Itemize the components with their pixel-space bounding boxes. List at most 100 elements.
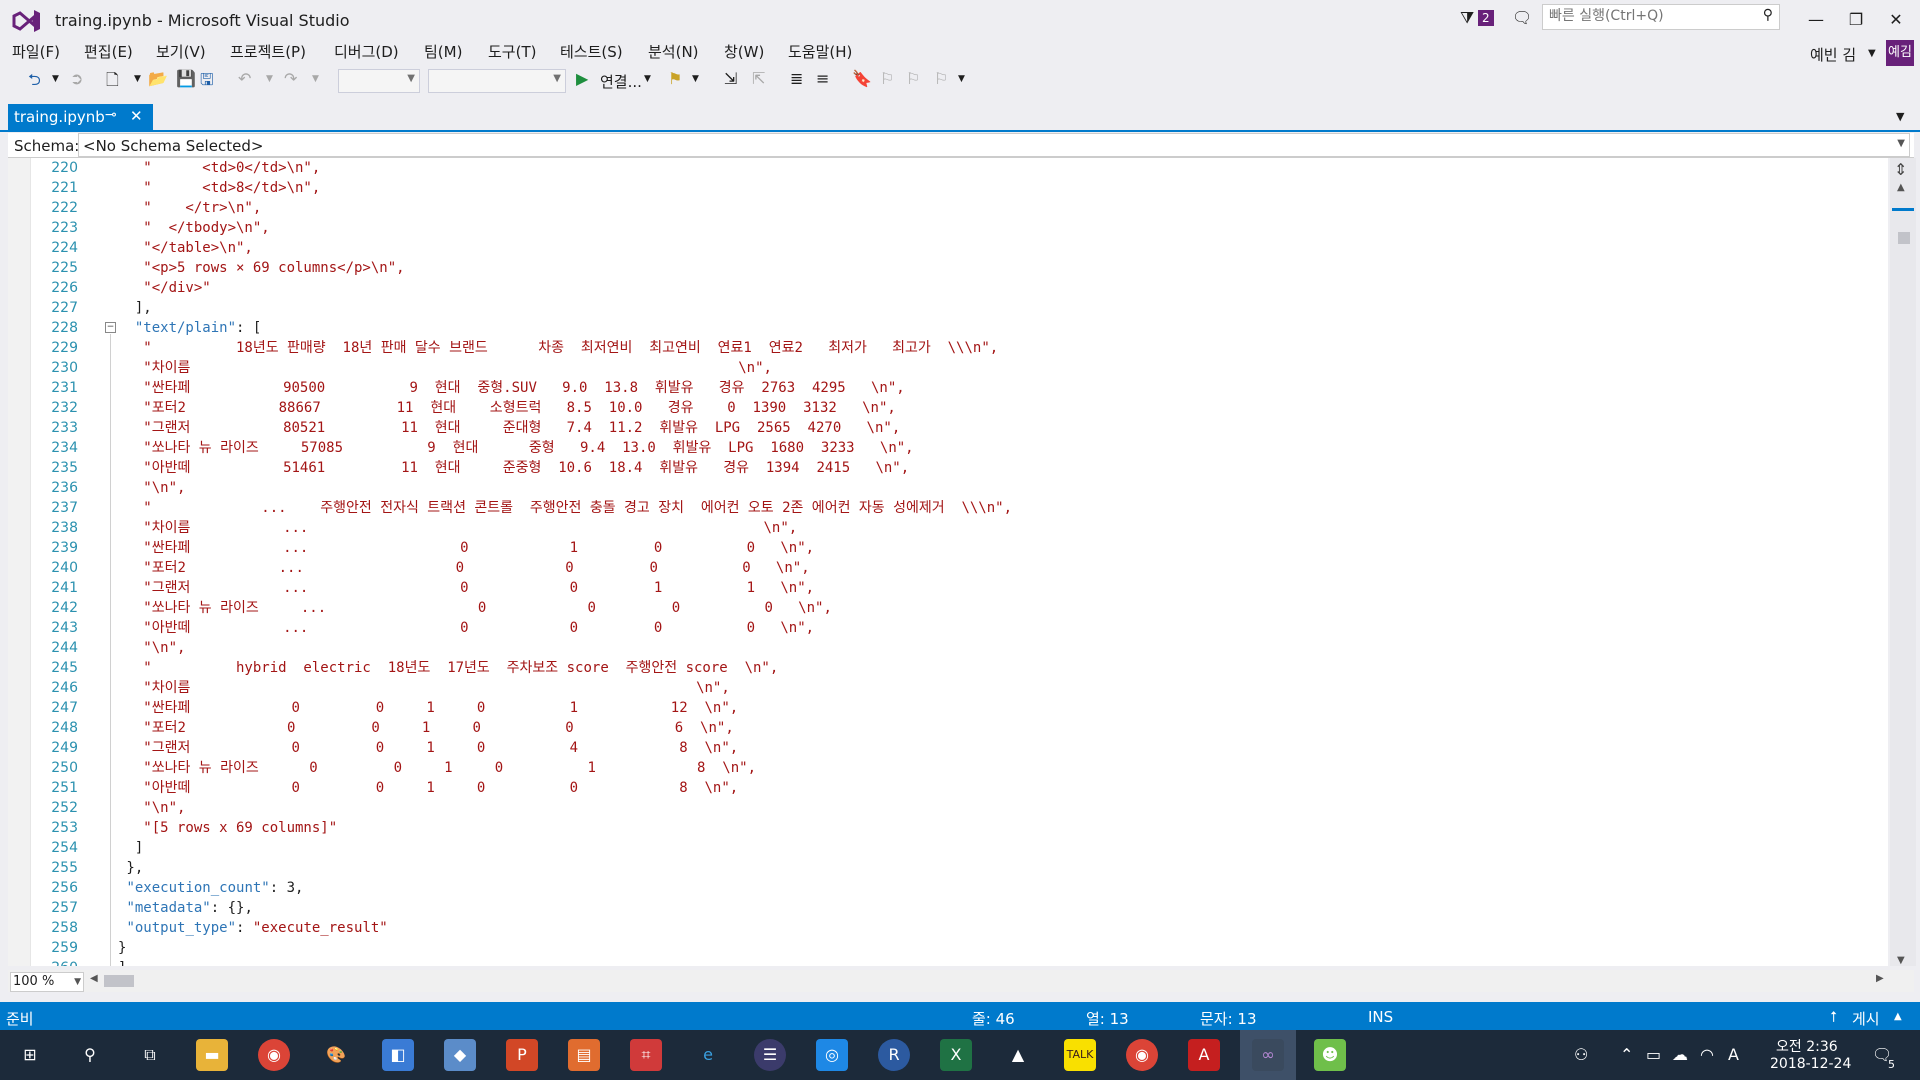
photos-icon[interactable]: ▲ [1002,1039,1034,1071]
code-line[interactable]: 259} [8,938,1888,958]
powerpoint-icon[interactable]: P [506,1039,538,1071]
camera-icon[interactable]: ◎ [816,1039,848,1071]
code-line[interactable]: 236 "\n", [8,478,1888,498]
back-dropdown-icon[interactable]: ▼ [52,74,59,84]
publish-icon[interactable]: ⭡ [1830,1008,1837,1026]
eclipse-icon[interactable]: ☰ [754,1039,786,1071]
code-line[interactable]: 239 "싼타페 ... 0 1 0 0 \n", [8,538,1888,558]
cube-app-icon[interactable]: ◆ [444,1039,476,1071]
clock-time[interactable]: 오전 2:36 [1776,1036,1838,1056]
code-line[interactable]: 220 " <td>0</td>\n", [8,158,1888,178]
undo-icon[interactable]: ↶ [238,69,251,88]
code-line[interactable]: 242 "쏘나타 뉴 라이즈 ... 0 0 0 0 \n", [8,598,1888,618]
document-tab[interactable]: traing.ipynb ⊸ ✕ [8,104,153,130]
crop-tool-icon[interactable]: ⌗ [630,1039,662,1071]
code-line[interactable]: 231 "싼타페 90500 9 현대 중형.SUV 9.0 13.8 휘발유 … [8,378,1888,398]
menu-help[interactable]: 도움말(H) [788,40,852,64]
close-icon[interactable]: ✕ [130,107,143,125]
chevron-up-icon[interactable]: ▲ [1894,1011,1902,1022]
code-line[interactable]: 247 "싼타페 0 0 1 0 1 12 \n", [8,698,1888,718]
undo-dropdown-icon[interactable]: ▼ [266,74,273,84]
menu-team[interactable]: 팀(M) [424,40,462,64]
r-studio-icon[interactable]: R [878,1039,910,1071]
menu-file[interactable]: 파일(F) [12,40,60,64]
code-line[interactable]: 228 "text/plain": [ [8,318,1888,338]
search-icon[interactable]: ⚲ [1763,7,1773,23]
scroll-left-icon[interactable]: ◀ [90,973,98,984]
code-line[interactable]: 255 }, [8,858,1888,878]
chrome-icon[interactable]: ◉ [258,1039,290,1071]
menu-project[interactable]: 프로젝트(P) [230,40,306,64]
acrobat-icon[interactable]: A [1188,1039,1220,1071]
chevron-down-icon[interactable]: ▼ [1868,48,1876,59]
code-line[interactable]: 246 "차이름 \n", [8,678,1888,698]
publish-button[interactable]: 게시 [1852,1008,1880,1029]
redo-dropdown-icon[interactable]: ▼ [312,74,319,84]
code-line[interactable]: 253 "[5 rows x 69 columns]" [8,818,1888,838]
new-dropdown-icon[interactable]: ▼ [134,74,141,84]
input-language[interactable]: A [1728,1045,1739,1064]
schema-dropdown[interactable]: <No Schema Selected> ▼ [78,133,1910,157]
code-line[interactable]: 250 "쏘나타 뉴 라이즈 0 0 1 0 1 8 \n", [8,758,1888,778]
people-icon[interactable]: ⚇ [1574,1045,1588,1064]
kakaotalk-icon[interactable]: TALK [1064,1039,1096,1071]
scroll-down-icon[interactable]: ▼ [1897,955,1905,966]
configuration-dropdown[interactable]: ▼ [338,69,420,93]
code-line[interactable]: 229 " 18년도 판매량 18년 판매 달수 브랜드 차종 최저연비 최고연… [8,338,1888,358]
forward-icon[interactable]: ➲ [70,69,83,88]
clear-bookmarks-icon[interactable]: ⚐ [934,69,948,88]
prev-bookmark-icon[interactable]: ⚐ [880,69,894,88]
menu-tools[interactable]: 도구(T) [488,40,536,64]
code-line[interactable]: 222 " </tr>\n", [8,198,1888,218]
code-line[interactable]: 223 " </tbody>\n", [8,218,1888,238]
code-line[interactable]: 252 "\n", [8,798,1888,818]
run-dropdown-icon[interactable]: ▼ [644,74,651,84]
pin-icon[interactable]: ⊸ [105,107,117,123]
code-line[interactable]: 245 " hybrid electric 18년도 17년도 주차보조 sco… [8,658,1888,678]
code-line[interactable]: 238 "차이름 ... \n", [8,518,1888,538]
vertical-scrollbar[interactable] [1890,158,1916,966]
bookmark-icon[interactable]: 🔖 [852,69,872,88]
browse-icon[interactable]: ⚑ [668,69,682,88]
scroll-right-icon[interactable]: ▶ [1876,973,1884,984]
notifications-filter-icon[interactable]: ⧩ [1460,8,1474,28]
file-explorer-icon[interactable]: ▬ [196,1039,228,1071]
collapse-icon[interactable]: − [105,322,116,333]
code-line[interactable]: 234 "쏘나타 뉴 라이즈 57085 9 현대 중형 9.4 13.0 휘발… [8,438,1888,458]
search-icon[interactable]: ⚲ [74,1039,106,1071]
menu-window[interactable]: 창(W) [724,40,764,64]
code-line[interactable]: 221 " <td>8</td>\n", [8,178,1888,198]
excel-icon[interactable]: X [940,1039,972,1071]
quick-launch-box[interactable]: ⚲ [1542,4,1780,30]
app-icon[interactable]: ◧ [382,1039,414,1071]
menu-test[interactable]: 테스트(S) [560,40,623,64]
platform-dropdown[interactable]: ▼ [428,69,566,93]
code-line[interactable]: 249 "그랜저 0 0 1 0 4 8 \n", [8,738,1888,758]
visual-studio-taskbar-icon[interactable]: ∞ [1252,1039,1284,1071]
scroll-up-icon[interactable]: ▲ [1897,182,1905,193]
toolbar-overflow-icon[interactable]: ▼ [958,74,965,84]
code-line[interactable]: 227 ], [8,298,1888,318]
internet-explorer-icon[interactable]: e [692,1039,724,1071]
tab-list-dropdown-icon[interactable]: ▼ [1896,110,1904,123]
code-line[interactable]: 232 "포터2 88667 11 현대 소형트럭 8.5 10.0 경유 0 … [8,398,1888,418]
tux-app-icon[interactable]: ☻ [1314,1039,1346,1071]
code-line[interactable]: 225 "<p>5 rows × 69 columns</p>\n", [8,258,1888,278]
code-line[interactable]: 243 "아반떼 ... 0 0 0 0 \n", [8,618,1888,638]
code-line[interactable]: 235 "아반떼 51461 11 현대 준중형 10.6 18.4 휘발유 경… [8,458,1888,478]
code-line[interactable]: 237 " ... 주행안전 전자식 트랙션 콘트롤 주행안전 충돌 경고 장치… [8,498,1888,518]
open-file-icon[interactable]: 📂 [148,69,168,88]
menu-view[interactable]: 보기(V) [156,40,206,64]
code-line[interactable]: 248 "포터2 0 0 1 0 0 6 \n", [8,718,1888,738]
run-icon[interactable]: ▶ [576,69,588,88]
split-window-icon[interactable]: ⇕ [1894,160,1907,179]
chrome-profile-icon[interactable]: ◉ [1126,1039,1158,1071]
redo-icon[interactable]: ↷ [284,69,297,88]
browse-dropdown-icon[interactable]: ▼ [692,74,699,84]
code-line[interactable]: 258 "output_type": "execute_result" [8,918,1888,938]
task-view-icon[interactable]: ⧉ [134,1039,166,1071]
menu-edit[interactable]: 편집(E) [84,40,133,64]
close-button[interactable]: ✕ [1876,8,1916,32]
new-project-icon[interactable]: 🗋 [106,69,119,96]
horizontal-scrollbar[interactable] [8,970,1914,992]
